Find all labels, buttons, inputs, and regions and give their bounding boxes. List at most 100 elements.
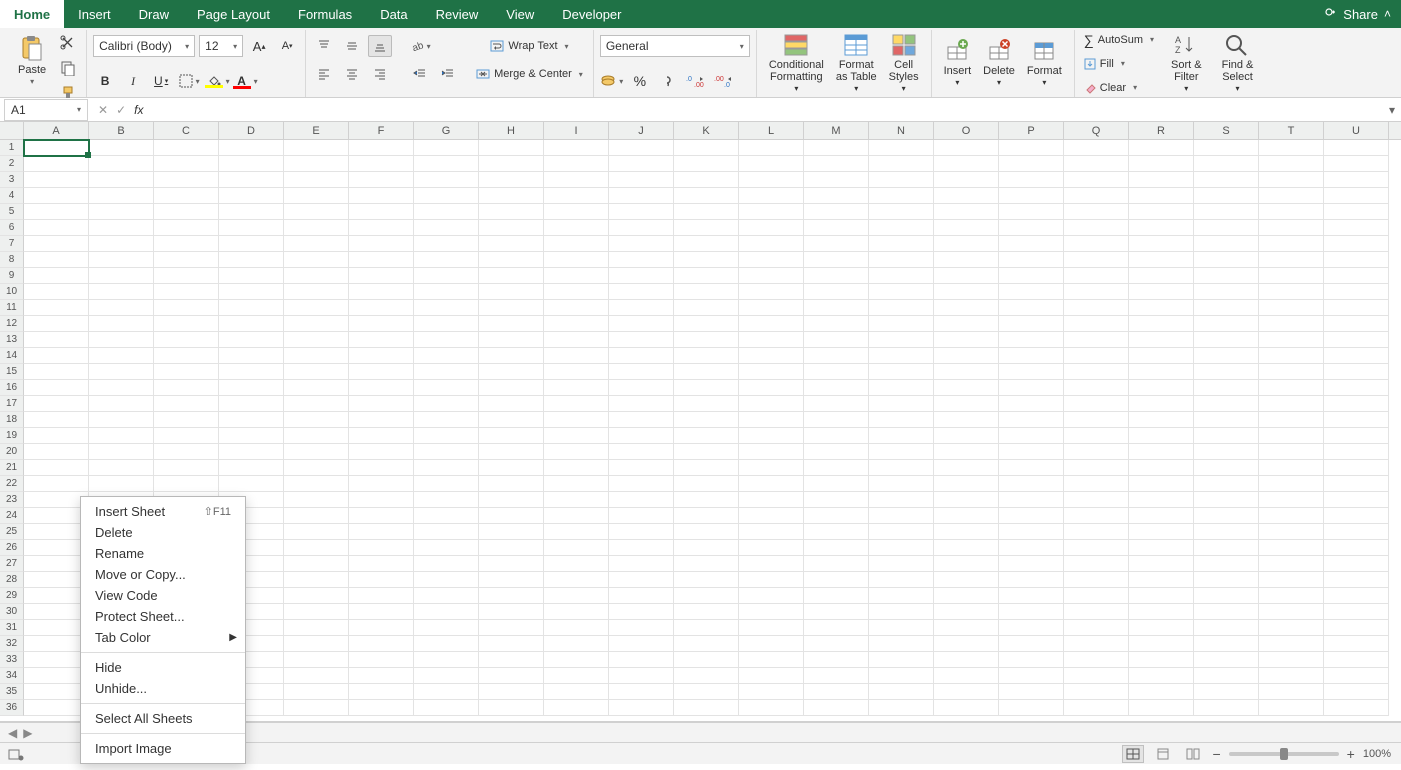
cell[interactable] [414, 364, 479, 380]
cell[interactable] [1259, 428, 1324, 444]
cell[interactable] [154, 268, 219, 284]
cell[interactable] [1324, 156, 1389, 172]
cell[interactable] [1064, 188, 1129, 204]
row-header[interactable]: 11 [0, 300, 24, 316]
cell[interactable] [804, 252, 869, 268]
cell[interactable] [804, 572, 869, 588]
cell[interactable] [544, 492, 609, 508]
cell[interactable] [804, 604, 869, 620]
cell[interactable] [674, 684, 739, 700]
cell[interactable] [24, 220, 89, 236]
cell[interactable] [609, 412, 674, 428]
cell[interactable] [934, 300, 999, 316]
cell[interactable] [869, 668, 934, 684]
cell[interactable] [999, 412, 1064, 428]
cell[interactable] [414, 236, 479, 252]
cell[interactable] [544, 156, 609, 172]
cell[interactable] [349, 300, 414, 316]
cell[interactable] [934, 492, 999, 508]
cell[interactable] [1064, 348, 1129, 364]
cell[interactable] [804, 284, 869, 300]
context-menu-item-rename[interactable]: Rename [81, 543, 245, 564]
cell[interactable] [544, 300, 609, 316]
cell[interactable] [349, 668, 414, 684]
cell[interactable] [1064, 172, 1129, 188]
cell[interactable] [414, 588, 479, 604]
cell[interactable] [609, 652, 674, 668]
cell[interactable] [739, 284, 804, 300]
cell[interactable] [1064, 636, 1129, 652]
cell[interactable] [479, 668, 544, 684]
cell[interactable] [1194, 604, 1259, 620]
cell[interactable] [349, 284, 414, 300]
cell[interactable] [804, 140, 869, 156]
cell[interactable] [674, 412, 739, 428]
cell[interactable] [479, 460, 544, 476]
column-header[interactable]: I [544, 122, 609, 139]
cell[interactable] [934, 636, 999, 652]
cell[interactable] [1129, 156, 1194, 172]
cell[interactable] [544, 140, 609, 156]
cell[interactable] [284, 284, 349, 300]
cell[interactable] [479, 636, 544, 652]
cell[interactable] [804, 268, 869, 284]
cell[interactable] [349, 268, 414, 284]
sheet-nav-next-icon[interactable]: ▶ [23, 726, 32, 740]
cell[interactable] [544, 700, 609, 716]
tab-formulas[interactable]: Formulas [284, 0, 366, 28]
delete-cells-button[interactable]: Delete▾ [977, 37, 1021, 90]
cell[interactable] [869, 476, 934, 492]
cell[interactable] [934, 140, 999, 156]
cell[interactable] [739, 460, 804, 476]
row-header[interactable]: 32 [0, 636, 24, 652]
cell[interactable] [674, 460, 739, 476]
cell[interactable] [1259, 332, 1324, 348]
cell[interactable] [544, 620, 609, 636]
cell[interactable] [89, 476, 154, 492]
cell[interactable] [1129, 572, 1194, 588]
cell[interactable] [349, 684, 414, 700]
cell[interactable] [739, 556, 804, 572]
cell[interactable] [349, 588, 414, 604]
cell[interactable] [544, 236, 609, 252]
cell[interactable] [999, 204, 1064, 220]
cell[interactable] [544, 524, 609, 540]
select-all-corner[interactable] [0, 122, 24, 139]
cell[interactable] [284, 620, 349, 636]
cell[interactable] [999, 268, 1064, 284]
cell[interactable] [674, 236, 739, 252]
cell[interactable] [284, 172, 349, 188]
cell[interactable] [999, 588, 1064, 604]
cell[interactable] [1324, 572, 1389, 588]
row-header[interactable]: 20 [0, 444, 24, 460]
cell[interactable] [89, 444, 154, 460]
cell[interactable] [1194, 188, 1259, 204]
page-layout-view-button[interactable] [1152, 745, 1174, 763]
cell[interactable] [1064, 428, 1129, 444]
cell[interactable] [284, 236, 349, 252]
cell[interactable] [1129, 700, 1194, 716]
underline-button[interactable]: U▾ [149, 70, 173, 92]
cell[interactable] [1259, 540, 1324, 556]
cell[interactable] [1324, 300, 1389, 316]
cell[interactable] [609, 604, 674, 620]
cell[interactable] [1064, 316, 1129, 332]
cell[interactable] [1194, 540, 1259, 556]
cell[interactable] [934, 204, 999, 220]
cell[interactable] [739, 412, 804, 428]
cell[interactable] [154, 236, 219, 252]
cell[interactable] [999, 140, 1064, 156]
row-header[interactable]: 8 [0, 252, 24, 268]
cell[interactable] [349, 396, 414, 412]
cell[interactable] [284, 252, 349, 268]
cell[interactable] [1259, 236, 1324, 252]
cell[interactable] [1194, 620, 1259, 636]
cell[interactable] [219, 412, 284, 428]
bold-button[interactable]: B [93, 70, 117, 92]
cell[interactable] [999, 604, 1064, 620]
cell[interactable] [24, 172, 89, 188]
cell[interactable] [739, 492, 804, 508]
cell[interactable] [1194, 316, 1259, 332]
column-header[interactable]: N [869, 122, 934, 139]
cell[interactable] [349, 172, 414, 188]
